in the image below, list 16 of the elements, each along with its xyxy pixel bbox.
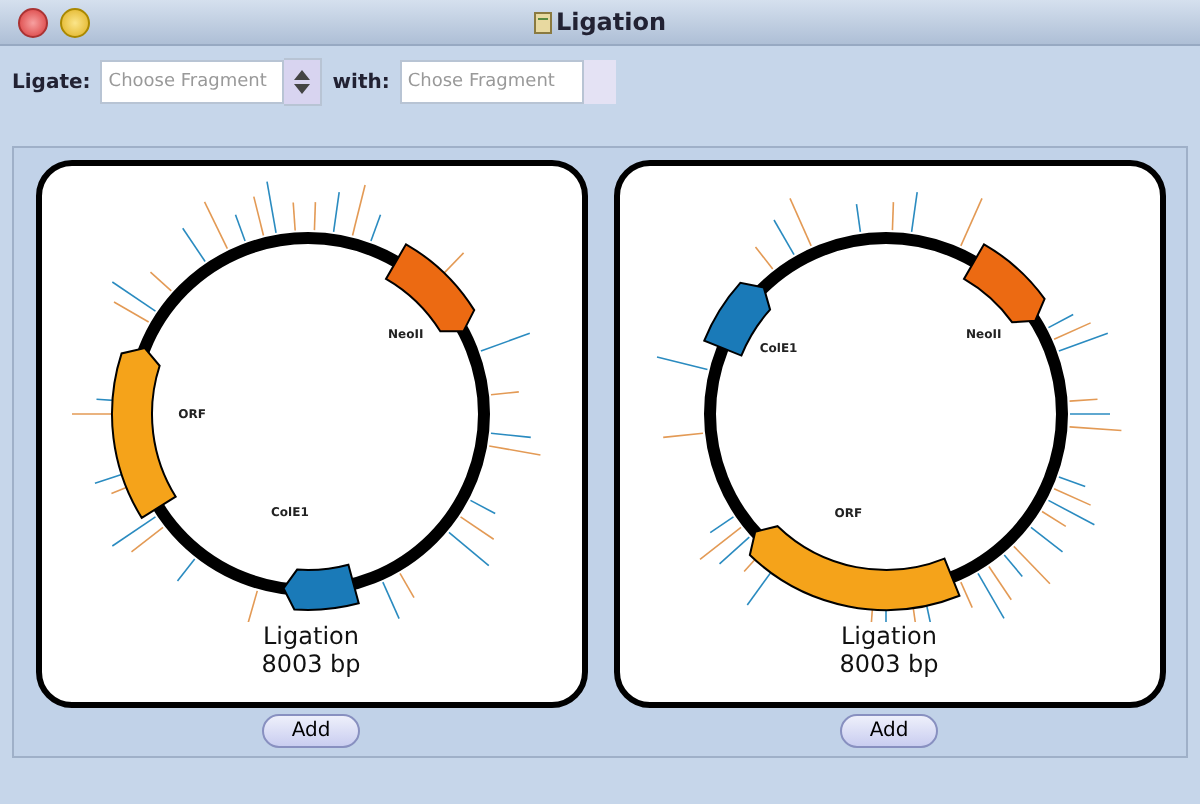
add-button[interactable]: Add xyxy=(839,714,939,748)
document-icon xyxy=(533,11,552,33)
with-label: with: xyxy=(332,71,390,93)
minimize-button[interactable] xyxy=(60,7,90,37)
map-name: Ligation xyxy=(841,622,937,650)
window-title: Ligation xyxy=(555,8,667,36)
add-button[interactable]: Add xyxy=(261,714,361,748)
map-size: 8003 bp xyxy=(839,650,939,678)
stepper-icon xyxy=(284,58,323,106)
ligate-label: Ligate: xyxy=(12,71,91,93)
map-name: Ligation xyxy=(263,622,359,650)
map-size: 8003 bp xyxy=(261,650,361,678)
close-button[interactable] xyxy=(18,7,48,37)
fragment-select[interactable]: Choose Fragment xyxy=(100,60,285,104)
field-button[interactable] xyxy=(583,60,616,104)
with-field[interactable]: Chose Fragment xyxy=(399,60,584,104)
